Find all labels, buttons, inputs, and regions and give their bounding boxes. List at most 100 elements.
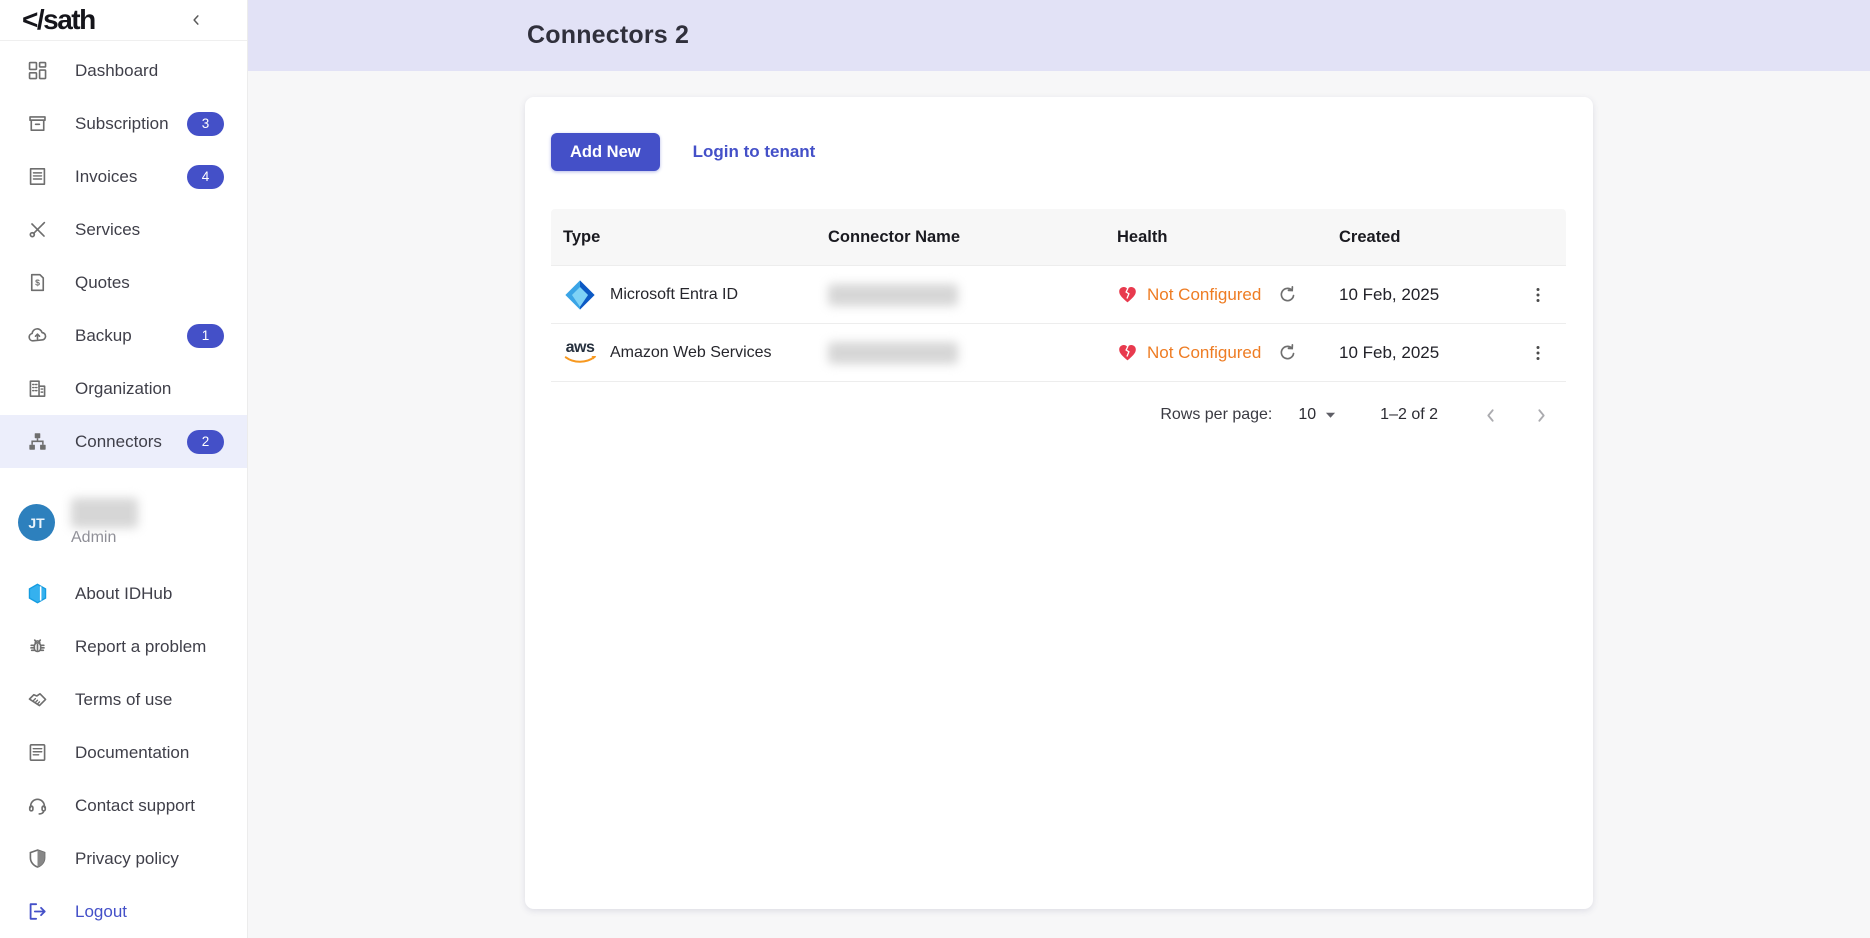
shield-icon [25, 847, 49, 871]
sidebar-item-label: Organization [75, 379, 224, 399]
svg-text:$: $ [35, 277, 40, 287]
logout-icon [25, 900, 49, 924]
sidebar: </sath Dashboard Subscription 3 Invoices… [0, 0, 248, 938]
type-cell: aws Amazon Web Services [551, 336, 828, 370]
avatar: JT [18, 504, 55, 541]
count-badge: 4 [187, 165, 224, 189]
kebab-menu-icon[interactable] [1524, 339, 1552, 367]
page-title: Connectors 2 [527, 21, 689, 50]
sidebar-item-privacy-policy[interactable]: Privacy policy [0, 832, 247, 885]
connector-type-label: Amazon Web Services [610, 344, 772, 362]
sidebar-collapse-button[interactable] [185, 9, 207, 31]
sidebar-item-subscription[interactable]: Subscription 3 [0, 97, 247, 150]
sidebar-item-label: Backup [75, 326, 187, 346]
login-to-tenant-link[interactable]: Login to tenant [693, 142, 816, 162]
sidebar-item-label: Quotes [75, 273, 224, 293]
organization-icon [25, 377, 49, 401]
health-cell: Not Configured [1117, 282, 1339, 307]
table-body: Microsoft Entra ID Not Configured 10 Feb… [551, 265, 1566, 382]
broken-heart-icon [1117, 284, 1138, 305]
refresh-icon[interactable] [1275, 282, 1300, 307]
connector-name-cell [828, 284, 1117, 306]
sidebar-item-backup[interactable]: Backup 1 [0, 309, 247, 362]
sidebar-header: </sath [0, 0, 247, 41]
sidebar-item-label: Services [75, 220, 224, 240]
headset-icon [25, 794, 49, 818]
column-header-created: Created [1339, 228, 1512, 247]
health-cell: Not Configured [1117, 340, 1339, 365]
connectors-icon [25, 430, 49, 454]
handshake-icon [25, 688, 49, 712]
column-header-connector-name: Connector Name [828, 228, 1117, 247]
sidebar-item-terms-of-use[interactable]: Terms of use [0, 673, 247, 726]
table-row: Microsoft Entra ID Not Configured 10 Feb… [551, 265, 1566, 323]
previous-page-button[interactable] [1476, 401, 1505, 430]
sidebar-item-contact-support[interactable]: Contact support [0, 779, 247, 832]
sidebar-item-documentation[interactable]: Documentation [0, 726, 247, 779]
sidebar-item-label: Report a problem [75, 637, 224, 657]
sidebar-item-label: Terms of use [75, 690, 224, 710]
sidebar-item-connectors[interactable]: Connectors 2 [0, 415, 247, 468]
backup-icon [25, 324, 49, 348]
chevron-right-icon [1531, 405, 1552, 426]
sidebar-item-label: About IDHub [75, 584, 224, 604]
sidebar-item-label: Dashboard [75, 61, 224, 81]
sidebar-item-label: Documentation [75, 743, 224, 763]
redacted-connector-name [828, 284, 958, 306]
count-badge: 2 [187, 430, 224, 454]
sidebar-item-about-idhub[interactable]: About IDHub [0, 567, 247, 620]
app-window: </sath Dashboard Subscription 3 Invoices… [0, 0, 1870, 938]
sidebar-item-services[interactable]: Services [0, 203, 247, 256]
aws-logo: aws [563, 336, 597, 370]
rows-per-page-label: Rows per page: [1160, 406, 1272, 424]
sidebar-item-label: Contact support [75, 796, 224, 816]
redacted-user-name [71, 498, 138, 528]
actions-row: Add New Login to tenant [551, 133, 1566, 171]
table-header: Type Connector Name Health Created [551, 209, 1566, 265]
pagination-range-label: 1–2 of 2 [1380, 406, 1438, 424]
bug-icon [25, 635, 49, 659]
sidebar-item-report-a-problem[interactable]: Report a problem [0, 620, 247, 673]
sidebar-item-organization[interactable]: Organization [0, 362, 247, 415]
count-badge: 1 [187, 324, 224, 348]
content-area: Add New Login to tenant Type Connector N… [248, 71, 1870, 938]
pagination: Rows per page: 10 1–2 of 2 [551, 382, 1566, 448]
topbar: Connectors 2 [248, 0, 1870, 71]
sidebar-item-label: Subscription [75, 114, 187, 134]
kebab-menu-icon[interactable] [1524, 281, 1552, 309]
user-role-label: Admin [71, 529, 138, 547]
count-badge: 3 [187, 112, 224, 136]
user-block[interactable]: JT Admin [0, 468, 247, 559]
rows-per-page-value: 10 [1298, 406, 1316, 424]
created-date: 10 Feb, 2025 [1339, 285, 1512, 305]
sidebar-item-invoices[interactable]: Invoices 4 [0, 150, 247, 203]
primary-nav: Dashboard Subscription 3 Invoices 4 Serv… [0, 41, 247, 468]
sidebar-item-label: Logout [75, 902, 224, 922]
connector-name-cell [828, 342, 1117, 364]
sidebar-item-quotes[interactable]: $ Quotes [0, 256, 247, 309]
refresh-icon[interactable] [1275, 340, 1300, 365]
sidebar-item-label: Privacy policy [75, 849, 224, 869]
services-icon [25, 218, 49, 242]
sidebar-item-label: Connectors [75, 432, 187, 452]
main-area: Connectors 2 Add New Login to tenant Typ… [248, 0, 1870, 938]
health-status-label: Not Configured [1147, 285, 1261, 305]
caret-down-icon [1325, 411, 1336, 419]
next-page-button[interactable] [1527, 401, 1556, 430]
invoices-icon [25, 165, 49, 189]
column-header-type: Type [551, 228, 828, 247]
quotes-icon: $ [25, 271, 49, 295]
sath-logo: </sath [22, 4, 95, 36]
rows-per-page-select[interactable]: 10 [1298, 406, 1336, 424]
add-new-button[interactable]: Add New [551, 133, 660, 171]
entra-logo [563, 278, 597, 312]
document-icon [25, 741, 49, 765]
health-status-label: Not Configured [1147, 343, 1261, 363]
chevron-left-icon [187, 11, 205, 29]
sidebar-item-logout[interactable]: Logout [0, 885, 247, 938]
dashboard-icon [25, 59, 49, 83]
secondary-nav: About IDHub Report a problem Terms of us… [0, 567, 247, 938]
connector-type-label: Microsoft Entra ID [610, 286, 738, 304]
broken-heart-icon [1117, 342, 1138, 363]
sidebar-item-dashboard[interactable]: Dashboard [0, 44, 247, 97]
